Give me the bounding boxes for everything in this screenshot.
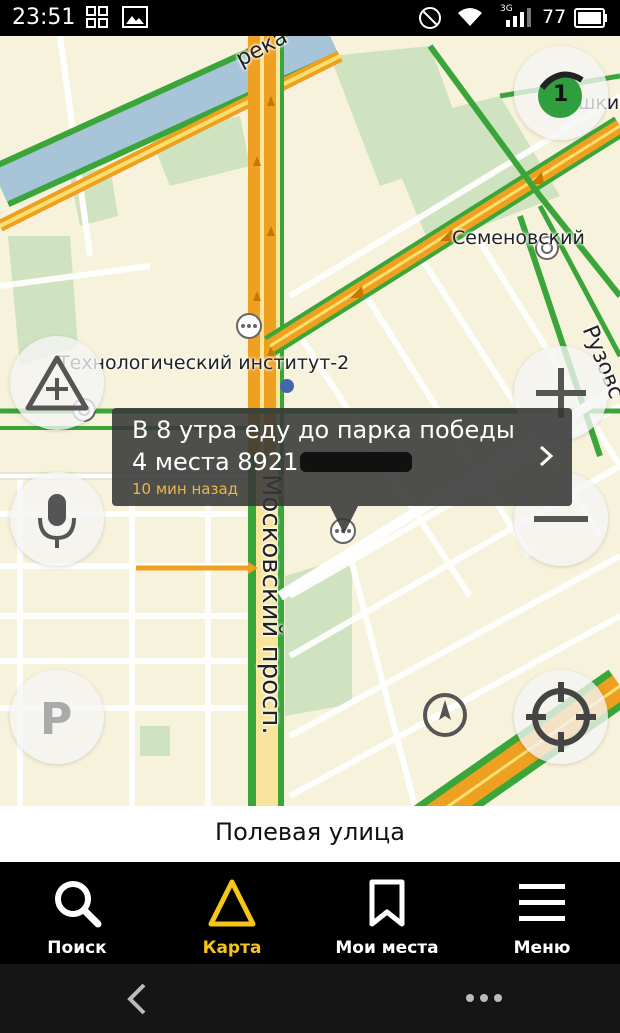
menu-icon: [519, 884, 565, 921]
tab-menu-label: Меню: [513, 938, 571, 958]
parking-button[interactable]: P: [10, 670, 104, 764]
redacted-mark: [300, 452, 413, 472]
svg-text:P: P: [40, 694, 72, 745]
do-not-disturb-icon: [419, 7, 441, 29]
map-arrow-icon: [208, 879, 256, 927]
popup-phone-text: 4 места 8921: [132, 448, 299, 476]
current-street-bar: Полевая улица: [0, 806, 620, 862]
user-message-popup[interactable]: В 8 утра еду до парка победы 4 места 892…: [112, 408, 572, 506]
traffic-button[interactable]: 1: [514, 46, 608, 140]
bottom-tab-bar: Поиск Карта Мои места Меню: [0, 862, 620, 964]
locate-me-icon: [526, 682, 596, 752]
map-view[interactable]: река Технологический институт-2 Семеновс…: [0, 36, 620, 862]
back-icon[interactable]: [124, 982, 150, 1016]
tab-my-places[interactable]: Мои места: [325, 862, 449, 964]
map-label-moskovsky: Московский просп.: [256, 474, 286, 735]
tab-my-places-label: Мои места: [335, 938, 439, 958]
popup-time-ago: 10 мин назад: [132, 480, 239, 498]
wifi-icon: [458, 8, 482, 26]
grid-icon: [86, 6, 108, 28]
add-road-event-button[interactable]: [10, 336, 104, 430]
tab-search-label: Поиск: [47, 938, 107, 958]
status-bar: 23:51 3G 77: [0, 0, 620, 36]
more-options-icon[interactable]: [464, 992, 504, 1004]
parking-icon: P: [40, 694, 72, 745]
system-nav-bar: [0, 964, 620, 1033]
popup-message-line2: 4 места 8921: [132, 448, 413, 476]
image-icon: [122, 6, 148, 28]
current-street-name: Полевая улица: [215, 818, 405, 846]
tab-menu[interactable]: Меню: [480, 862, 604, 964]
tab-search[interactable]: Поиск: [15, 862, 139, 964]
popup-message-line1: В 8 утра еду до парка победы: [132, 416, 515, 444]
battery-icon: [574, 8, 607, 28]
compass-icon: [423, 693, 467, 737]
battery-percent: 77: [542, 6, 567, 28]
compass-button[interactable]: [420, 690, 470, 740]
search-icon: [55, 881, 102, 928]
traffic-score: 1: [553, 82, 569, 107]
road-event-add-icon: [25, 355, 89, 411]
chevron-right-icon[interactable]: [536, 444, 556, 468]
voice-search-button[interactable]: [10, 472, 104, 566]
tab-map[interactable]: Карта: [170, 862, 294, 964]
locate-me-button[interactable]: [514, 670, 608, 764]
microphone-icon: [38, 494, 76, 548]
bookmark-icon: [369, 879, 405, 927]
status-time: 23:51: [12, 5, 76, 30]
signal-icon: [506, 8, 531, 27]
popup-pointer: [330, 506, 358, 534]
tab-map-label: Карта: [202, 938, 262, 958]
map-label-semenovsky: Семеновский: [452, 227, 585, 249]
